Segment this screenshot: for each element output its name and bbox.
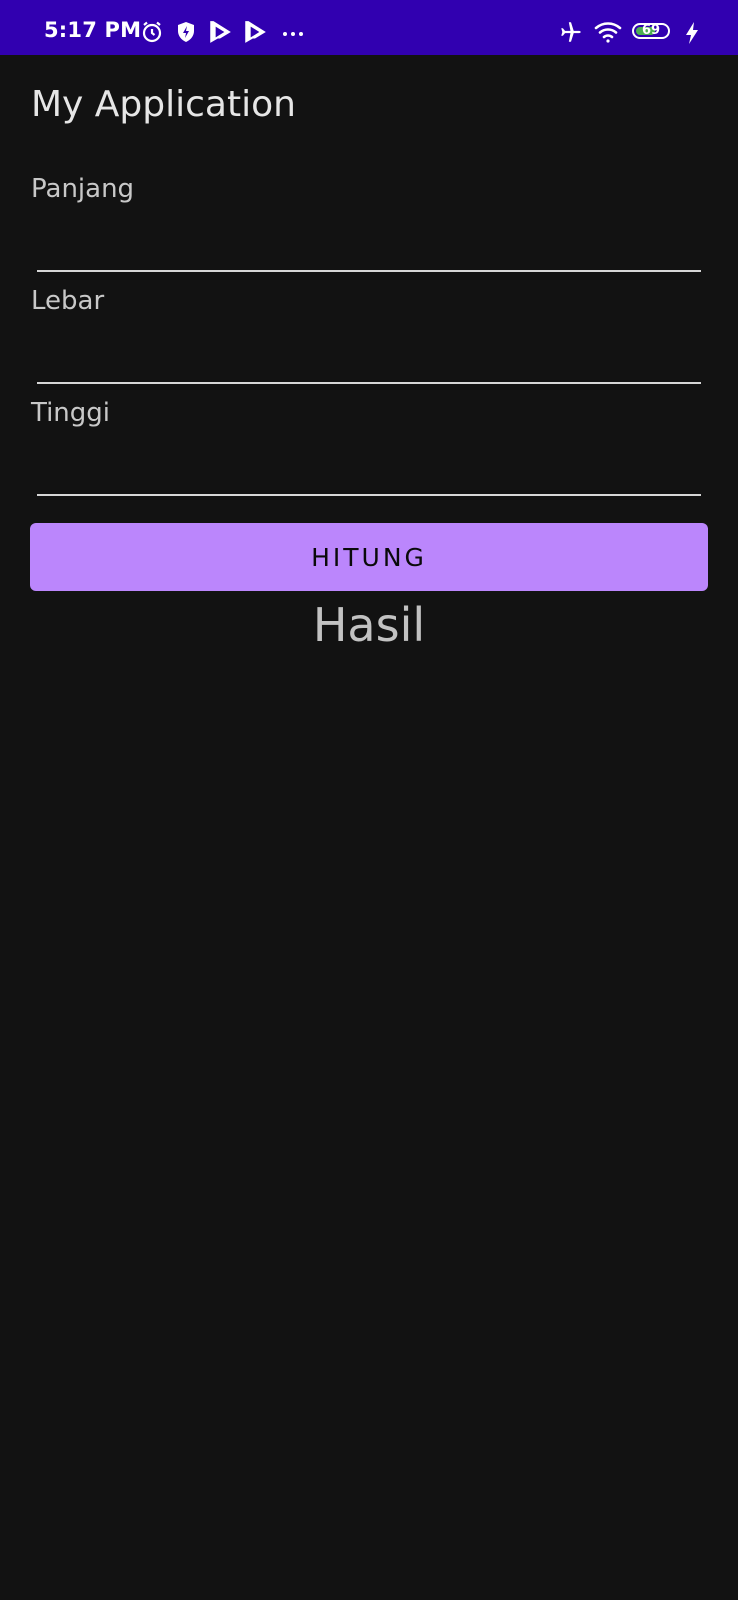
lebar-label: Lebar <box>31 286 105 316</box>
hitung-button[interactable]: HITUNG <box>30 523 708 591</box>
app-title: My Application <box>31 84 296 125</box>
status-time: 5:17 PM <box>44 18 142 42</box>
lebar-input[interactable] <box>37 324 701 384</box>
wifi-icon <box>594 20 622 44</box>
shield-bolt-icon <box>174 20 198 44</box>
alarm-icon <box>140 20 164 44</box>
charging-bolt-icon <box>684 21 700 45</box>
battery-level: 69 <box>641 23 661 38</box>
panjang-input[interactable] <box>37 212 701 272</box>
airplane-icon <box>558 19 584 45</box>
tinggi-label: Tinggi <box>31 398 111 428</box>
battery-icon: 69 <box>632 23 676 43</box>
play-icon <box>242 19 268 45</box>
more-dots-icon <box>281 20 305 44</box>
status-bar: 5:17 PM 69 <box>0 0 738 55</box>
panjang-label: Panjang <box>31 174 135 204</box>
tinggi-input[interactable] <box>37 436 701 496</box>
result-text: Hasil <box>312 598 426 652</box>
play-icon <box>207 19 233 45</box>
